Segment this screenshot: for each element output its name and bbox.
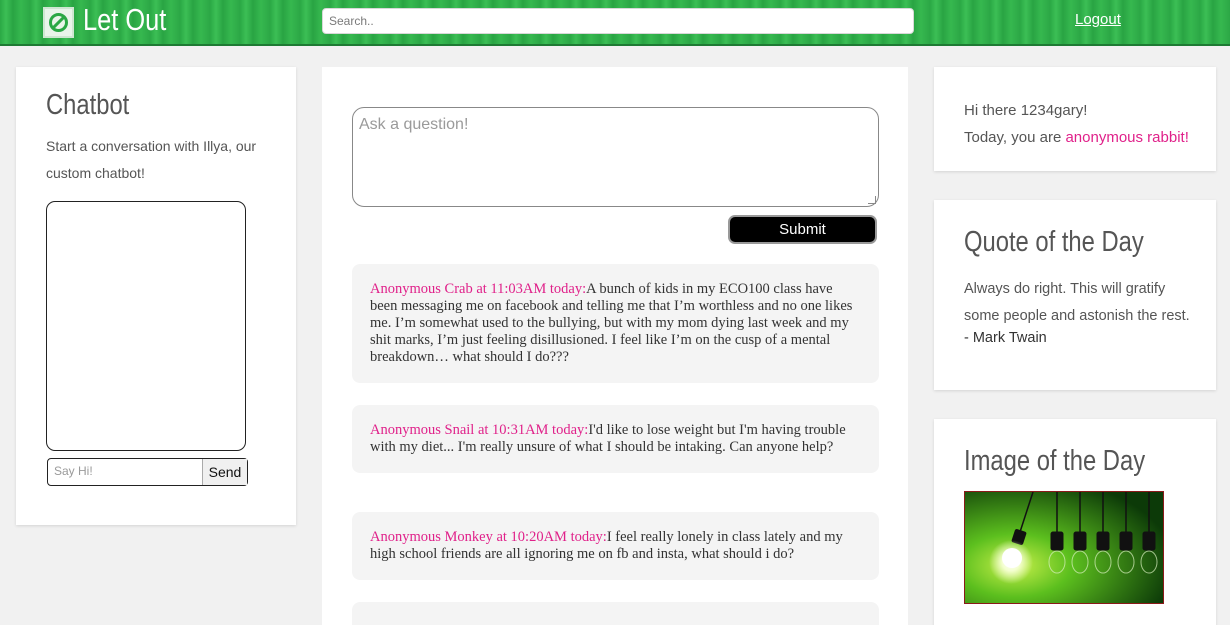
lightbulb-image xyxy=(964,491,1164,604)
resize-handle-icon[interactable] xyxy=(868,196,876,204)
chatbot-title: Chatbot xyxy=(46,89,130,121)
lightbulb-illustration xyxy=(965,492,1163,603)
post-meta: Anonymous Snail at 10:31AM today: xyxy=(370,422,589,438)
quote-author: - Mark Twain xyxy=(964,330,1047,346)
chat-input-row: Say Hi! Send xyxy=(47,458,248,486)
logo-icon[interactable] xyxy=(43,7,74,38)
image-title: Image of the Day xyxy=(964,445,1146,477)
top-navbar: Let Out Logout xyxy=(0,0,1230,46)
ask-question-textarea[interactable]: Ask a question! xyxy=(352,107,879,207)
logout-link[interactable]: Logout xyxy=(1075,11,1121,28)
post-meta: Anonymous Crab at 11:03AM today: xyxy=(370,281,587,297)
chat-transcript-window[interactable] xyxy=(46,201,246,451)
quote-text: Always do right. This will gratify some … xyxy=(964,281,1190,324)
submit-button[interactable]: Submit xyxy=(728,215,877,244)
post-meta: Anonymous Monkey at 10:20AM today: xyxy=(370,529,607,545)
greeting-text: Hi there 1234gary! Today, you are anonym… xyxy=(964,97,1189,151)
chat-message-input[interactable]: Say Hi! xyxy=(54,464,93,478)
greeting-panel: Hi there 1234gary! Today, you are anonym… xyxy=(934,67,1216,171)
alias-prefix: Today, you are xyxy=(964,129,1066,146)
post-item[interactable] xyxy=(352,602,879,625)
post-item[interactable]: Anonymous Monkey at 10:20AM today:I feel… xyxy=(352,512,879,580)
ask-question-placeholder: Ask a question! xyxy=(359,116,469,133)
chatbot-description: Start a conversation with Illya, our cus… xyxy=(46,138,257,181)
quote-panel: Quote of the Day Always do right. This w… xyxy=(934,200,1216,390)
post-item[interactable]: Anonymous Snail at 10:31AM today:I'd lik… xyxy=(352,405,879,473)
alias-name: anonymous rabbit! xyxy=(1065,129,1189,146)
greeting-line: Hi there 1234gary! xyxy=(964,102,1088,119)
send-button[interactable]: Send xyxy=(202,459,247,485)
chatbot-panel: Chatbot Start a conversation with Illya,… xyxy=(16,67,296,525)
alias-line: Today, you are anonymous rabbit! xyxy=(964,124,1189,151)
quote-title: Quote of the Day xyxy=(964,226,1144,258)
post-item[interactable]: Anonymous Crab at 11:03AM today:A bunch … xyxy=(352,264,879,383)
search-input[interactable] xyxy=(322,8,914,34)
brand-name[interactable]: Let Out xyxy=(83,2,166,38)
image-of-day-panel: Image of the Day xyxy=(934,419,1216,625)
question-feed-panel: Ask a question! Submit Anonymous Crab at… xyxy=(322,67,908,625)
